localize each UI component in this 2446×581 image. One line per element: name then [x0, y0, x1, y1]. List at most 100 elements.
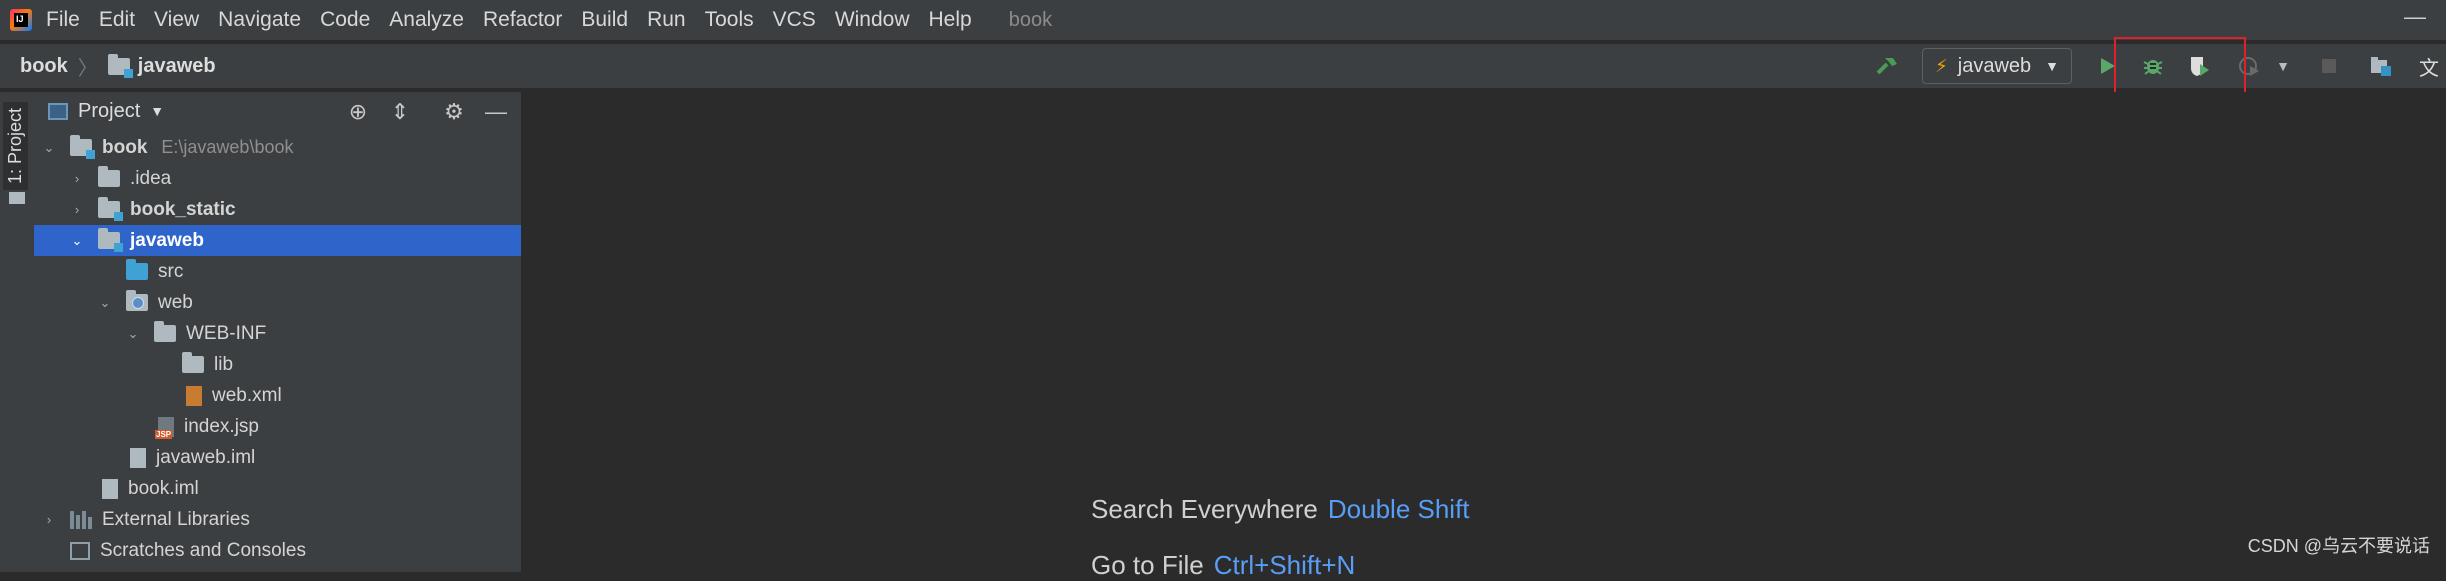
tree-node-label: lib: [214, 353, 234, 375]
hide-panel-icon[interactable]: —: [484, 100, 508, 124]
locate-target-icon[interactable]: ⊕: [346, 100, 370, 124]
tree-node-path: E:\javaweb\book: [161, 137, 294, 157]
translate-icon[interactable]: 文: [2416, 53, 2442, 80]
project-panel-header: Project ▼ ⊕ ⇕ ⚙ —: [34, 92, 521, 130]
main-toolbar: ⚡ javaweb ▼ ▼ 文: [1866, 44, 2446, 88]
menu-refactor[interactable]: Refactor: [483, 8, 562, 32]
tree-node-label: book_static: [130, 198, 236, 220]
hint-search-everywhere: Search Everywhere Double Shift: [1091, 494, 1470, 525]
menu-window[interactable]: Window: [835, 8, 910, 32]
hint-go-to-file: Go to File Ctrl+Shift+N: [1091, 550, 1355, 581]
window-title-project: book: [1008, 8, 1053, 31]
breadcrumb-root[interactable]: book: [20, 55, 68, 78]
menu-tools[interactable]: Tools: [705, 8, 754, 32]
xml-file-icon: [186, 385, 202, 406]
tree-node-src[interactable]: › src: [34, 256, 521, 287]
chevron-down-icon[interactable]: ▼: [2270, 53, 2296, 79]
tree-node-external-libraries[interactable]: › External Libraries: [34, 504, 521, 535]
tree-node-label: WEB-INF: [186, 322, 267, 344]
tree-node-label: javaweb.iml: [156, 446, 256, 468]
chevron-down-icon[interactable]: ▼: [150, 103, 164, 119]
tree-node-scratches[interactable]: › Scratches and Consoles: [34, 535, 521, 566]
module-folder-icon: [98, 228, 123, 252]
tree-node-index-jsp[interactable]: › JSP index.jsp: [34, 411, 521, 442]
collapse-arrow-icon[interactable]: ›: [70, 171, 84, 186]
panel-title[interactable]: Project: [78, 100, 140, 123]
tree-node-label: javaweb: [130, 229, 204, 251]
tomcat-icon: ⚡: [1935, 55, 1948, 76]
run-configuration-selector[interactable]: ⚡ javaweb ▼: [1922, 48, 2072, 84]
folder-icon: [154, 321, 176, 342]
editor-area[interactable]: Search Everywhere Double Shift Go to File…: [521, 92, 2446, 580]
tree-node-web-xml[interactable]: › web.xml: [34, 380, 521, 411]
source-folder-icon: [126, 259, 148, 280]
tree-node-label: src: [158, 260, 184, 282]
hint-shortcut[interactable]: Ctrl+Shift+N: [1214, 550, 1356, 580]
tree-node-label: book: [102, 136, 148, 158]
tree-node-label: index.jsp: [184, 415, 259, 437]
expand-arrow-icon[interactable]: ⌄: [126, 326, 140, 342]
menu-code[interactable]: Code: [320, 8, 370, 32]
menu-navigate[interactable]: Navigate: [218, 8, 301, 32]
library-icon: [70, 510, 92, 529]
menu-bar: IJ File Edit View Navigate Code Analyze …: [0, 0, 2446, 40]
run-config-label: javaweb: [1957, 54, 2032, 77]
iml-file-icon: [102, 478, 118, 499]
breadcrumb-separator: 〉: [77, 57, 98, 80]
collapse-arrow-icon[interactable]: ›: [42, 512, 56, 527]
minimize-button[interactable]: —: [2404, 4, 2426, 30]
tree-node-label: book.iml: [128, 477, 199, 499]
project-view-icon: [48, 102, 68, 120]
tree-node-lib[interactable]: › lib: [34, 349, 521, 380]
gear-icon[interactable]: ⚙: [442, 100, 466, 124]
module-folder-icon: [70, 135, 95, 159]
tree-node-book-iml[interactable]: › book.iml: [34, 473, 521, 504]
tree-node-label: Scratches and Consoles: [100, 539, 306, 561]
menu-analyze[interactable]: Analyze: [389, 8, 464, 32]
tree-node-idea[interactable]: › .idea: [34, 163, 521, 194]
tree-node-javaweb-iml[interactable]: › javaweb.iml: [34, 442, 521, 473]
project-tool-window-tab[interactable]: 1: Project: [3, 102, 28, 191]
profiler-icon[interactable]: [2236, 53, 2262, 79]
menu-file[interactable]: File: [46, 8, 80, 32]
menu-vcs[interactable]: VCS: [773, 8, 816, 32]
hint-label: Go to File: [1091, 550, 1204, 580]
watermark-text: CSDN @乌云不要说话: [2247, 536, 2430, 556]
folder-icon: [98, 166, 120, 187]
tree-node-web-inf[interactable]: ⌄ WEB-INF: [34, 318, 521, 349]
module-folder-icon: [98, 197, 123, 221]
hint-shortcut[interactable]: Double Shift: [1328, 494, 1470, 524]
intellij-logo-icon: IJ: [10, 9, 32, 31]
expand-arrow-icon[interactable]: ⌄: [42, 140, 56, 156]
collapse-all-icon[interactable]: ⇕: [388, 100, 412, 124]
menu-run[interactable]: Run: [647, 8, 686, 32]
collapse-arrow-icon[interactable]: ›: [70, 202, 84, 217]
breadcrumb-module[interactable]: javaweb: [138, 55, 216, 78]
tree-node-label: web.xml: [212, 384, 282, 406]
menu-edit[interactable]: Edit: [99, 8, 135, 32]
project-structure-icon[interactable]: [2368, 53, 2394, 79]
menu-build[interactable]: Build: [581, 8, 628, 32]
expand-arrow-icon[interactable]: ⌄: [98, 295, 112, 311]
hint-label: Search Everywhere: [1091, 494, 1318, 524]
run-icon[interactable]: [2094, 53, 2120, 79]
menu-view[interactable]: View: [154, 8, 199, 32]
chevron-down-icon: ▼: [2045, 58, 2059, 74]
build-hammer-icon[interactable]: [1874, 53, 1900, 79]
tree-node-javaweb[interactable]: ⌄ javaweb: [34, 225, 521, 256]
scratches-icon: [70, 541, 90, 560]
tree-node-book-static[interactable]: › book_static: [34, 194, 521, 225]
tree-node-book[interactable]: ⌄ book E:\javaweb\book: [34, 132, 521, 163]
project-folder-icon: [9, 192, 25, 204]
web-folder-icon: [126, 290, 148, 311]
tree-node-label: web: [158, 291, 193, 313]
expand-arrow-icon[interactable]: ⌄: [70, 233, 84, 249]
menu-help[interactable]: Help: [929, 8, 972, 32]
coverage-icon[interactable]: [2186, 53, 2212, 79]
debug-icon[interactable]: [2140, 53, 2166, 79]
iml-file-icon: [130, 447, 146, 468]
tree-node-label: External Libraries: [102, 508, 250, 530]
module-folder-icon: [107, 53, 133, 78]
tree-node-web[interactable]: ⌄ web: [34, 287, 521, 318]
stop-icon[interactable]: [2316, 53, 2342, 79]
